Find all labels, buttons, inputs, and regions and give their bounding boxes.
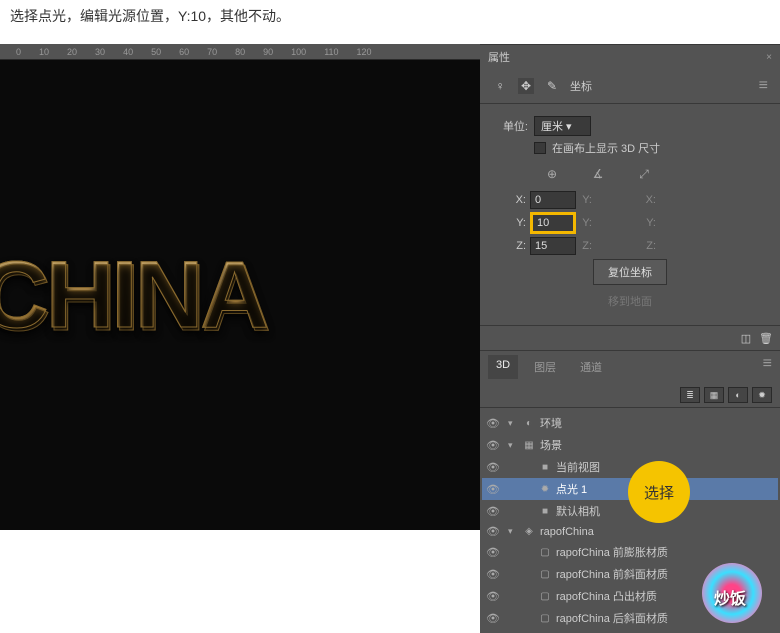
item-label: rapofChina 凸出材质: [556, 588, 657, 604]
unit-label: 单位:: [494, 118, 528, 134]
visibility-icon[interactable]: 👁: [486, 505, 500, 518]
ruler-mark: 70: [207, 47, 217, 57]
move-tool-icon[interactable]: ⊕: [544, 166, 560, 182]
3d-text-object[interactable]: CHINA: [0, 241, 266, 350]
x-input[interactable]: [530, 191, 576, 209]
reset-coords-button[interactable]: 复位坐标: [593, 259, 667, 285]
panel-title: 属性: [488, 49, 510, 65]
3d-toolbar: ≣ ▦ ◐ ✹: [480, 383, 780, 408]
watermark-logo: [702, 563, 762, 623]
visibility-icon[interactable]: 👁: [486, 590, 500, 603]
z-label: Z:: [494, 240, 530, 252]
item-label: 场景: [540, 437, 562, 453]
tree-item[interactable]: 👁 ▾ ▦ 场景: [482, 434, 778, 456]
item-label: rapofChina: [540, 526, 594, 538]
item-label: 当前视图: [556, 459, 600, 475]
item-type-icon: ▢: [538, 613, 552, 624]
item-label: rapofChina 后斜面材质: [556, 610, 668, 626]
visibility-icon[interactable]: 👁: [486, 483, 500, 496]
properties-panel: 属性 × ♀ ✥ ✎ 坐标 ≡ 单位: 厘米 ▾ 在画布上显示 3D 尺寸: [480, 44, 780, 350]
horizontal-ruler: 0 10 20 30 40 50 60 70 80 90 100 110 120: [0, 44, 480, 60]
ruler-mark: 40: [123, 47, 133, 57]
visibility-icon[interactable]: 👁: [486, 568, 500, 581]
show-3d-label: 在画布上显示 3D 尺寸: [552, 140, 660, 156]
item-label: rapofChina 前膨胀材质: [556, 544, 668, 560]
properties-body: 单位: 厘米 ▾ 在画布上显示 3D 尺寸 ⊕ ∡ ⤢ X: Y:: [480, 104, 780, 325]
item-type-icon: ▢: [538, 547, 552, 558]
mesh-icon[interactable]: ▦: [704, 387, 724, 403]
properties-mode-row: ♀ ✥ ✎ 坐标 ≡: [480, 69, 780, 104]
tab-3D[interactable]: 3D: [488, 355, 518, 379]
scale-tool-icon[interactable]: ⤢: [636, 166, 652, 182]
tree-item[interactable]: 👁 ■ 当前视图: [482, 456, 778, 478]
menu-icon[interactable]: ≡: [759, 77, 768, 95]
render-icon[interactable]: ◫: [738, 330, 754, 346]
move-to-ground-button[interactable]: 移到地面: [594, 289, 666, 313]
unit-select[interactable]: 厘米 ▾: [534, 116, 591, 136]
ruler-mark: 110: [324, 47, 338, 57]
item-type-icon: ▦: [522, 440, 536, 451]
item-type-icon: ✹: [538, 484, 552, 495]
ruler-mark: 80: [235, 47, 245, 57]
light-icon[interactable]: ✹: [752, 387, 772, 403]
rotate-tool-icon[interactable]: ∡: [590, 166, 606, 182]
show-3d-checkbox[interactable]: [534, 142, 546, 154]
coordinates-icon[interactable]: ✥: [518, 78, 534, 94]
item-type-icon: ▢: [538, 591, 552, 602]
x-label: X:: [494, 194, 530, 206]
item-label: rapofChina 前斜面材质: [556, 566, 668, 582]
expand-icon[interactable]: ▾: [508, 526, 518, 537]
tree-item[interactable]: 👁 ▢ rapofChina 前膨胀材质: [482, 541, 778, 563]
ruler-mark: 30: [95, 47, 105, 57]
item-label: 点光 1: [556, 481, 587, 497]
ruler-mark: 100: [291, 47, 306, 57]
ruler-mark: 50: [151, 47, 161, 57]
item-label: 默认相机: [556, 503, 600, 519]
z-input[interactable]: [530, 237, 576, 255]
trash-icon[interactable]: 🗑: [758, 330, 774, 346]
expand-icon[interactable]: ▾: [508, 440, 518, 451]
close-icon[interactable]: ×: [766, 52, 772, 63]
y-label: Y:: [494, 217, 530, 229]
coord-tab-label: 坐标: [570, 78, 592, 94]
item-type-icon: ■: [538, 506, 552, 517]
item-label: 环境: [540, 415, 562, 431]
lightbulb-icon[interactable]: ♀: [492, 78, 508, 94]
tab-图层[interactable]: 图层: [526, 355, 564, 379]
material-icon[interactable]: ◐: [728, 387, 748, 403]
visibility-icon[interactable]: 👁: [486, 612, 500, 625]
visibility-icon[interactable]: 👁: [486, 417, 500, 430]
expand-icon[interactable]: ▾: [508, 418, 518, 429]
visibility-icon[interactable]: 👁: [486, 546, 500, 559]
ruler-mark: 20: [67, 47, 77, 57]
y-input[interactable]: [530, 212, 576, 234]
layers-3d-panel: 3D 图层通道 ≡ ≣ ▦ ◐ ✹ 👁 ▾ ◐ 环境 👁 ▾ ▦ 场景 👁 ■ 当前视图 👁 ✹ 点光 1 👁 ■…: [480, 350, 780, 633]
layers-tabs: 3D 图层通道 ≡: [480, 351, 780, 383]
filter-icon[interactable]: ≣: [680, 387, 700, 403]
ruler-mark: 0: [16, 47, 21, 57]
menu-icon[interactable]: ≡: [763, 355, 772, 379]
item-type-icon: ▢: [538, 569, 552, 580]
instruction-text: 选择点光，编辑光源位置，Y:10，其他不动。: [0, 0, 780, 32]
item-type-icon: ■: [538, 462, 552, 473]
right-panels: 属性 × ♀ ✥ ✎ 坐标 ≡ 单位: 厘米 ▾ 在画布上显示 3D 尺寸: [480, 44, 780, 530]
ruler-mark: 60: [179, 47, 189, 57]
tree-item[interactable]: 👁 ▾ ◈ rapofChina: [482, 522, 778, 541]
item-type-icon: ◈: [522, 526, 536, 537]
ruler-mark: 10: [39, 47, 49, 57]
ruler-mark: 120: [357, 47, 372, 57]
item-type-icon: ◐: [522, 418, 536, 429]
visibility-icon[interactable]: 👁: [486, 525, 500, 538]
visibility-icon[interactable]: 👁: [486, 461, 500, 474]
document-canvas[interactable]: CHINA: [0, 60, 480, 530]
select-callout: 选择: [628, 461, 690, 523]
ruler-mark: 90: [263, 47, 273, 57]
app-window: 0 10 20 30 40 50 60 70 80 90 100 110 120 CHINA 属性 × …: [0, 44, 780, 530]
tree-item[interactable]: 👁 ▾ ◐ 环境: [482, 412, 778, 434]
visibility-icon[interactable]: 👁: [486, 439, 500, 452]
brush-icon[interactable]: ✎: [544, 78, 560, 94]
tab-通道[interactable]: 通道: [572, 355, 610, 379]
canvas-area: 0 10 20 30 40 50 60 70 80 90 100 110 120 CHINA: [0, 44, 480, 530]
